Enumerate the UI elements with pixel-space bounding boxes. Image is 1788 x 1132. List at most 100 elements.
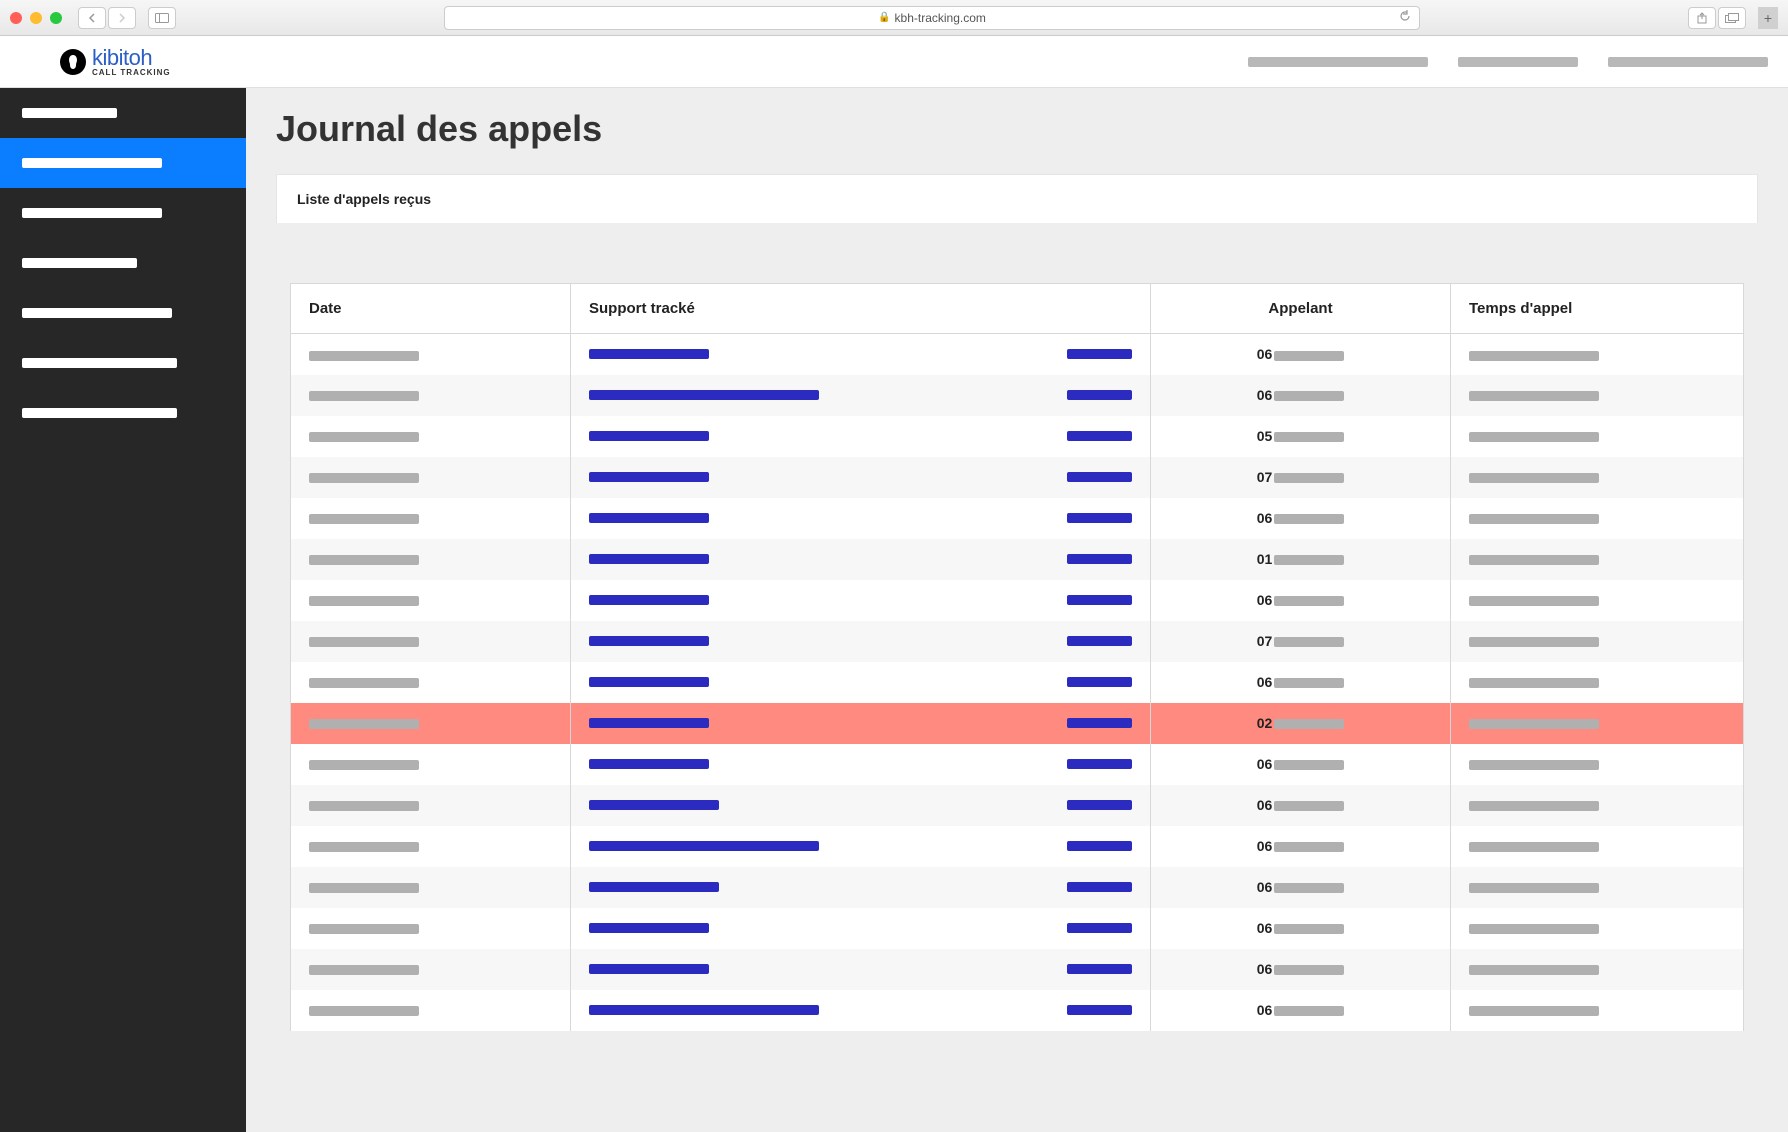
cell-support	[571, 334, 1151, 375]
col-header-date[interactable]: Date	[291, 284, 571, 334]
cell-caller: 05	[1151, 416, 1451, 457]
cell-support	[571, 703, 1151, 744]
back-button[interactable]	[78, 7, 106, 29]
close-window-button[interactable]	[10, 12, 22, 24]
browser-toolbar: 🔒 kbh-tracking.com +	[0, 0, 1788, 36]
table-row[interactable]: 06	[291, 990, 1744, 1031]
page-title: Journal des appels	[276, 108, 1758, 150]
cell-duration	[1451, 990, 1744, 1031]
header-nav	[1248, 57, 1768, 67]
cell-date	[291, 908, 571, 949]
table-row[interactable]: 06	[291, 580, 1744, 621]
table-header-row: Date Support tracké Appelant Temps d'app…	[291, 284, 1744, 334]
minimize-window-button[interactable]	[30, 12, 42, 24]
table-row[interactable]: 06	[291, 908, 1744, 949]
cell-date	[291, 621, 571, 662]
cell-caller: 06	[1151, 949, 1451, 990]
header-nav-item[interactable]	[1458, 57, 1578, 67]
address-bar[interactable]: 🔒 kbh-tracking.com	[444, 6, 1420, 30]
cell-duration	[1451, 908, 1744, 949]
cell-caller: 07	[1151, 621, 1451, 662]
cell-duration	[1451, 867, 1744, 908]
cell-caller: 02	[1151, 703, 1451, 744]
sidebar-toggle-button[interactable]	[148, 7, 176, 29]
tabs-button[interactable]	[1718, 7, 1746, 29]
cell-support	[571, 662, 1151, 703]
cell-caller: 01	[1151, 539, 1451, 580]
col-header-caller[interactable]: Appelant	[1151, 284, 1451, 334]
table-row[interactable]: 06	[291, 826, 1744, 867]
table-row[interactable]: 06	[291, 785, 1744, 826]
cell-duration	[1451, 662, 1744, 703]
sidebar-item[interactable]	[0, 388, 246, 438]
lock-icon: 🔒	[878, 12, 890, 23]
table-row[interactable]: 06	[291, 662, 1744, 703]
table-row[interactable]: 06	[291, 744, 1744, 785]
cell-date	[291, 990, 571, 1031]
cell-duration	[1451, 375, 1744, 416]
logo-subtitle: CALL TRACKING	[92, 69, 171, 77]
app-header: kibitoh CALL TRACKING	[0, 36, 1788, 88]
cell-caller: 06	[1151, 334, 1451, 375]
cell-support	[571, 908, 1151, 949]
cell-duration	[1451, 498, 1744, 539]
maximize-window-button[interactable]	[50, 12, 62, 24]
window-controls	[10, 12, 62, 24]
cell-duration	[1451, 334, 1744, 375]
sidebar-item[interactable]	[0, 88, 246, 138]
cell-date	[291, 416, 571, 457]
sidebar-item-active[interactable]	[0, 138, 246, 188]
table-row[interactable]: 06	[291, 498, 1744, 539]
cell-support	[571, 457, 1151, 498]
cell-date	[291, 703, 571, 744]
logo[interactable]: kibitoh CALL TRACKING	[60, 47, 171, 77]
table-row[interactable]: 06	[291, 375, 1744, 416]
cell-support	[571, 867, 1151, 908]
sidebar-item[interactable]	[0, 338, 246, 388]
cell-caller: 07	[1151, 457, 1451, 498]
logo-icon	[60, 49, 86, 75]
cell-caller: 06	[1151, 375, 1451, 416]
new-tab-button[interactable]: +	[1758, 7, 1778, 29]
calls-table: Date Support tracké Appelant Temps d'app…	[290, 283, 1744, 1031]
table-row[interactable]: 06	[291, 334, 1744, 375]
cell-duration	[1451, 785, 1744, 826]
table-row[interactable]: 07	[291, 457, 1744, 498]
cell-support	[571, 416, 1151, 457]
forward-button[interactable]	[108, 7, 136, 29]
reload-icon[interactable]	[1399, 10, 1411, 25]
cell-date	[291, 744, 571, 785]
sidebar-item[interactable]	[0, 188, 246, 238]
cell-duration	[1451, 949, 1744, 990]
col-header-duration[interactable]: Temps d'appel	[1451, 284, 1744, 334]
logo-text: kibitoh CALL TRACKING	[92, 47, 171, 77]
cell-date	[291, 826, 571, 867]
table-row[interactable]: 06	[291, 867, 1744, 908]
cell-date	[291, 949, 571, 990]
table-row[interactable]: 07	[291, 621, 1744, 662]
table-row[interactable]: 01	[291, 539, 1744, 580]
col-header-support[interactable]: Support tracké	[571, 284, 1151, 334]
cell-support	[571, 539, 1151, 580]
sidebar-item[interactable]	[0, 288, 246, 338]
cell-caller: 06	[1151, 785, 1451, 826]
cell-caller: 06	[1151, 908, 1451, 949]
cell-caller: 06	[1151, 498, 1451, 539]
header-nav-item[interactable]	[1248, 57, 1428, 67]
cell-date	[291, 498, 571, 539]
cell-caller: 06	[1151, 826, 1451, 867]
header-nav-item[interactable]	[1608, 57, 1768, 67]
table-row[interactable]: 02	[291, 703, 1744, 744]
cell-date	[291, 539, 571, 580]
table-row[interactable]: 05	[291, 416, 1744, 457]
logo-name: kibitoh	[92, 47, 171, 69]
sidebar-item[interactable]	[0, 238, 246, 288]
cell-date	[291, 334, 571, 375]
table-row[interactable]: 06	[291, 949, 1744, 990]
cell-duration	[1451, 580, 1744, 621]
cell-duration	[1451, 457, 1744, 498]
cell-caller: 06	[1151, 990, 1451, 1031]
share-button[interactable]	[1688, 7, 1716, 29]
cell-duration	[1451, 539, 1744, 580]
cell-support	[571, 826, 1151, 867]
